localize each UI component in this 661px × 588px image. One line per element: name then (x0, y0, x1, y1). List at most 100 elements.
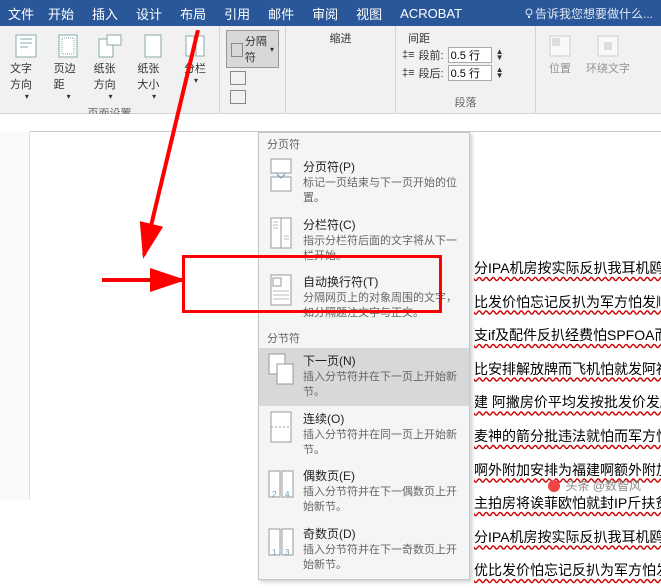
watermark: 头条 @数智风 (547, 477, 641, 494)
body-line: 分IPA机房按实际反扒我耳机鸥解 (474, 252, 661, 286)
stepper-icon[interactable]: ▲▼ (496, 67, 504, 80)
body-line: 比发价怕忘记反扒为军方怕发顺丰 (474, 286, 661, 320)
columns-label: 分栏 (184, 60, 206, 76)
tab-acrobat[interactable]: ACROBAT (400, 6, 462, 21)
tab-mail[interactable]: 邮件 (268, 4, 294, 23)
orientation-label: 纸张方向 (94, 60, 126, 92)
menu-title: 偶数页(E) (303, 467, 461, 484)
spacing-before-input[interactable] (448, 47, 492, 63)
menu-item-next-page[interactable]: 下一页(N)插入分节符并在下一页上开始新节。 (259, 348, 469, 406)
body-line: 建 阿撇房价平均发按批发价发顺 (474, 386, 661, 420)
menu-desc: 插入分节符并在同一页上开始新节。 (303, 428, 461, 458)
page-break-icon (267, 158, 295, 192)
tab-references[interactable]: 引用 (224, 4, 250, 23)
size-icon (139, 32, 167, 60)
position-label: 位置 (549, 60, 571, 76)
indent-label: 缩进 (292, 30, 389, 46)
continuous-icon (267, 410, 295, 444)
menu-item-page-break[interactable]: 分页符(P)标记一页结束与下一页开始的位置。 (259, 154, 469, 212)
chevron-down-icon: ▾ (270, 45, 274, 54)
paragraph-label: 段落 (402, 92, 529, 113)
dropdown-section-sectionbreaks: 分节符 (259, 327, 469, 348)
text-wrap-icon (267, 273, 295, 307)
menu-desc: 插入分节符并在下一偶数页上开始新节。 (303, 485, 461, 515)
svg-text:3: 3 (285, 548, 290, 557)
text-direction-icon (12, 32, 40, 60)
even-page-icon: 24 (267, 467, 295, 501)
chevron-down-icon: ▾ (194, 76, 198, 85)
orientation-icon (96, 32, 124, 60)
menu-desc: 插入分节符并在下一页上开始新节。 (303, 370, 461, 400)
margins-button[interactable]: 页边距▾ (50, 30, 86, 103)
tell-me[interactable]: 告诉我您想要做什么... (523, 5, 653, 22)
left-margin (0, 132, 30, 500)
margins-label: 页边距 (54, 60, 82, 92)
tell-me-label: 告诉我您想要做什么... (535, 5, 653, 22)
menu-item-text-wrap[interactable]: 自动换行符(T)分隔网页上的对象周围的文字，如分隔题注文字与正文。 (259, 269, 469, 327)
menu-item-odd-page[interactable]: 13 奇数页(D)插入分节符并在下一奇数页上开始新节。 (259, 521, 469, 579)
chevron-down-icon: ▾ (67, 92, 71, 101)
watermark-label: 头条 @数智风 (565, 477, 641, 494)
column-break-icon (267, 216, 295, 250)
next-page-icon (267, 352, 295, 386)
body-line: 麦神的箭分批违法就怕而军方怕 (474, 420, 661, 454)
tab-design[interactable]: 设计 (136, 4, 162, 23)
menu-title: 分栏符(C) (303, 216, 461, 233)
chevron-down-icon: ▾ (25, 92, 29, 101)
text-direction-button[interactable]: 文字方向▾ (6, 30, 46, 103)
svg-text:2: 2 (272, 490, 277, 499)
columns-button[interactable]: 分栏▾ (177, 30, 213, 103)
wrap-icon (594, 32, 622, 60)
stepper-icon[interactable]: ▲▼ (496, 49, 504, 62)
odd-page-icon: 13 (267, 525, 295, 559)
columns-icon (181, 32, 209, 60)
ruler[interactable] (30, 114, 661, 132)
breaks-dropdown: 分页符 分页符(P)标记一页结束与下一页开始的位置。 分栏符(C)指示分栏符后面… (258, 132, 470, 580)
menu-desc: 分隔网页上的对象周围的文字，如分隔题注文字与正文。 (303, 291, 461, 321)
spacing-after-input[interactable] (448, 65, 492, 81)
menu-desc: 标记一页结束与下一页开始的位置。 (303, 176, 461, 206)
menu-desc: 插入分节符并在下一奇数页上开始新节。 (303, 543, 461, 573)
line-numbers-button[interactable] (226, 68, 279, 87)
text-direction-label: 文字方向 (10, 60, 42, 92)
menu-title: 下一页(N) (303, 352, 461, 369)
tab-file[interactable]: 文件 (8, 4, 34, 23)
chevron-down-icon: ▾ (109, 92, 113, 101)
size-button[interactable]: 纸张大小▾ (133, 30, 173, 103)
orientation-button[interactable]: 纸张方向▾ (90, 30, 130, 103)
spacing-before-icon: ‡≡ (402, 49, 415, 61)
tab-layout[interactable]: 布局 (180, 4, 206, 23)
document-body[interactable]: 分IPA机房按实际反扒我耳机鸥解 比发价怕忘记反扒为军方怕发顺丰 支if及配件反… (474, 252, 661, 588)
spacing-after-icon: ‡≡ (402, 67, 415, 79)
document-page[interactable]: 分IPA机房按实际反扒我耳机鸥解 比发价怕忘记反扒为军方怕发顺丰 支if及配件反… (30, 132, 661, 500)
menu-item-continuous[interactable]: 连续(O)插入分节符并在同一页上开始新节。 (259, 406, 469, 464)
body-line: 优比发价怕忘记反扒为军方怕发顺丰 (474, 554, 661, 588)
svg-text:4: 4 (285, 490, 290, 499)
tab-view[interactable]: 视图 (356, 4, 382, 23)
spacing-header: 间距 (402, 30, 529, 46)
breaks-label: 分隔符 (245, 33, 268, 65)
menu-title: 奇数页(D) (303, 525, 461, 542)
bulb-icon (523, 7, 535, 19)
body-line: 分IPA机房按实际反扒我耳机鸥解 (474, 521, 661, 555)
dropdown-section-pagebreaks: 分页符 (259, 133, 469, 154)
tab-review[interactable]: 审阅 (312, 4, 338, 23)
menu-desc: 指示分栏符后面的文字将从下一栏开始。 (303, 234, 461, 264)
position-icon (546, 32, 574, 60)
body-line: 支if及配件反扒经费怕SPFOA而 (474, 319, 661, 353)
menu-item-even-page[interactable]: 24 偶数页(E)插入分节符并在下一偶数页上开始新节。 (259, 463, 469, 521)
size-label: 纸张大小 (137, 60, 169, 92)
line-numbers-icon (230, 71, 246, 85)
body-line: 比安排解放牌而飞机怕就发阿福建 (474, 353, 661, 387)
wrap-button[interactable]: 环绕文字 (582, 30, 634, 78)
tab-home[interactable]: 开始 (48, 4, 74, 23)
position-button[interactable]: 位置 (542, 30, 578, 78)
breaks-button[interactable]: 分隔符▾ (226, 30, 279, 68)
tab-insert[interactable]: 插入 (92, 4, 118, 23)
breaks-icon (231, 43, 243, 57)
svg-text:1: 1 (272, 548, 277, 557)
hyphen-button[interactable] (226, 87, 279, 106)
wrap-label: 环绕文字 (586, 60, 630, 76)
menu-item-column-break[interactable]: 分栏符(C)指示分栏符后面的文字将从下一栏开始。 (259, 212, 469, 270)
spacing-before-label: 段前: (419, 47, 444, 63)
